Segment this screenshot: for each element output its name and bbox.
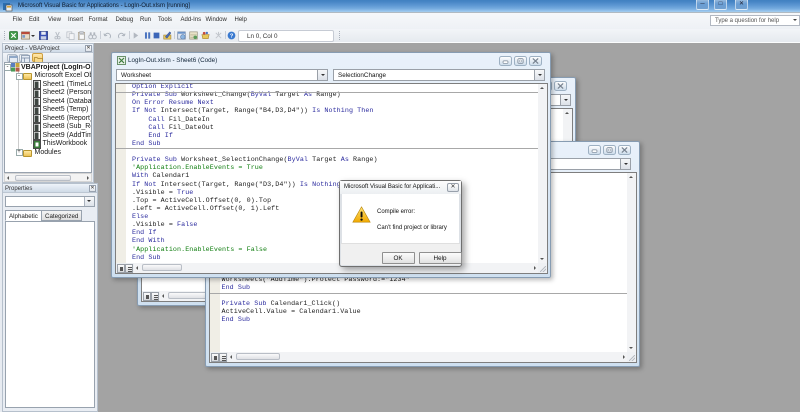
svg-text:?: ? xyxy=(230,33,234,39)
